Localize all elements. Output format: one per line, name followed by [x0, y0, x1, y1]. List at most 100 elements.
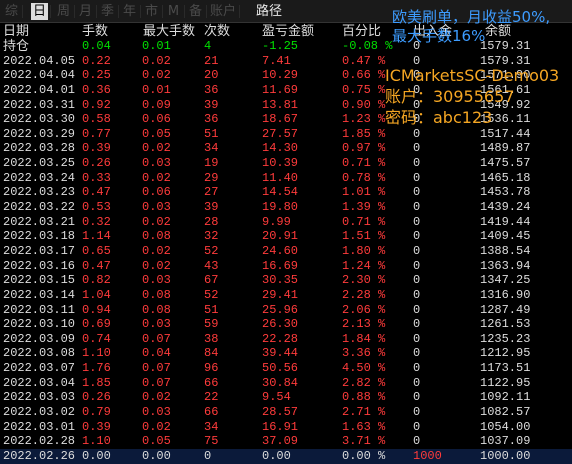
- table-row[interactable]: 2022.03.24 0.33 0.02 29 11.40 0.78 % 0 1465.18: [0, 171, 572, 186]
- row-date: 2022.03.24: [3, 170, 76, 185]
- table-row[interactable]: 2022.03.14 1.04 0.08 52 29.41 2.28 % 0 1316.90: [0, 288, 572, 303]
- row-date: 2022.03.04: [3, 375, 76, 390]
- row-balance: 1363.94: [480, 258, 531, 273]
- row-pnl: 10.29: [262, 68, 299, 83]
- table-row[interactable]: 2022.03.25 0.26 0.03 19 10.39 0.71 % 0 1475.57: [0, 156, 572, 171]
- table-row[interactable]: 2022.03.07 1.76 0.07 96 50.56 4.50 % 0 1173.51: [0, 361, 572, 376]
- tab-daily[interactable]: 日: [31, 3, 48, 20]
- row-pct: 1.51 %: [342, 229, 386, 244]
- tab-backup[interactable]: 备: [187, 3, 204, 20]
- row-count: 39: [204, 97, 219, 112]
- row-date: 2022.03.17: [3, 243, 76, 258]
- row-balance: 1261.53: [480, 317, 531, 332]
- row-pnl: 25.96: [262, 302, 299, 317]
- table-row[interactable]: 2022.03.01 0.39 0.02 34 16.91 1.63 % 0 1054.00: [0, 420, 572, 435]
- header-pct[interactable]: 百分比: [342, 24, 381, 39]
- row-pct: 2.28 %: [342, 287, 386, 302]
- table-row[interactable]: 2022.03.17 0.65 0.02 52 24.60 1.80 % 0 1388.54: [0, 244, 572, 259]
- table-row[interactable]: 2022.03.28 0.39 0.02 34 14.30 0.97 % 0 1489.87: [0, 141, 572, 156]
- row-date: 2022.03.14: [3, 287, 76, 302]
- tab-summary[interactable]: 综: [3, 3, 20, 20]
- table-row[interactable]: 2022.03.09 0.74 0.07 38 22.28 1.84 % 0 1235.23: [0, 332, 572, 347]
- table-row[interactable]: 2022.03.18 1.14 0.08 32 20.91 1.51 % 0 1409.45: [0, 229, 572, 244]
- row-pnl: 18.67: [262, 112, 299, 127]
- table-header-row: 日期 手数 最大手数 次数 盈亏金额 百分比 出入金 余额: [0, 24, 572, 39]
- tab-yearly[interactable]: 年: [121, 3, 138, 20]
- row-pnl: 14.54: [262, 185, 299, 200]
- header-count[interactable]: 次数: [204, 24, 230, 39]
- table-row[interactable]: 2022.03.03 0.26 0.02 22 9.54 0.88 % 0 1092.11: [0, 390, 572, 405]
- row-count: 43: [204, 258, 219, 273]
- table-row[interactable]: 2022.03.08 1.10 0.04 84 39.44 3.36 % 0 1212.95: [0, 346, 572, 361]
- row-pnl: 7.41: [262, 53, 291, 68]
- table-row[interactable]: 2022.03.29 0.77 0.05 51 27.57 1.85 % 0 1517.44: [0, 127, 572, 142]
- header-balance[interactable]: 余额: [485, 24, 511, 39]
- table-row[interactable]: 2022.03.15 0.82 0.03 67 30.35 2.30 % 0 1347.25: [0, 273, 572, 288]
- row-pct: 0.75 %: [342, 82, 386, 97]
- row-date: 2022.03.11: [3, 302, 76, 317]
- header-max-lots[interactable]: 最大手数: [143, 24, 195, 39]
- table-row[interactable]: 2022.03.22 0.53 0.03 39 19.80 1.39 % 0 1439.24: [0, 200, 572, 215]
- row-balance: 1388.54: [480, 243, 531, 258]
- row-max-lots: 0.07: [142, 375, 171, 390]
- row-max-lots: 0.02: [142, 419, 171, 434]
- tab-path[interactable]: 路径: [253, 3, 285, 20]
- tab-m[interactable]: M: [165, 3, 182, 20]
- row-deposit: 0: [413, 126, 421, 141]
- row-max-lots: 0.03: [142, 156, 171, 171]
- row-pct: 2.82 %: [342, 375, 386, 390]
- row-pnl: 11.69: [262, 82, 299, 97]
- tab-market[interactable]: 市: [143, 3, 160, 20]
- row-max-lots: 0.03: [142, 405, 171, 420]
- row-deposit: 0: [413, 170, 421, 185]
- row-max-lots: 0.02: [142, 258, 171, 273]
- row-date: 2022.03.28: [3, 141, 76, 156]
- row-balance: 1054.00: [480, 419, 531, 434]
- row-pnl: 13.81: [262, 97, 299, 112]
- row-pct: 0.78 %: [342, 170, 386, 185]
- table-row[interactable]: 2022.03.10 0.69 0.03 59 26.30 2.13 % 0 1261.53: [0, 317, 572, 332]
- row-pnl: 24.60: [262, 243, 299, 258]
- row-pct: 1.39 %: [342, 200, 386, 215]
- tab-quarterly[interactable]: 季: [99, 3, 116, 20]
- row-lots: 0.53: [82, 200, 111, 215]
- row-date: 2022.03.18: [3, 229, 76, 244]
- header-pnl[interactable]: 盈亏金额: [262, 24, 314, 39]
- tab-separator: [22, 5, 23, 18]
- row-deposit: 0: [413, 434, 421, 449]
- table-row[interactable]: 2022.03.04 1.85 0.07 66 30.84 2.82 % 0 1122.95: [0, 376, 572, 391]
- table-row[interactable]: 2022.02.28 1.10 0.05 75 37.09 3.71 % 0 1037.09: [0, 434, 572, 449]
- row-count: 21: [204, 53, 219, 68]
- row-lots: 0.26: [82, 390, 111, 405]
- row-lots: 0.33: [82, 170, 111, 185]
- strategy-note: 欧美刷单，月收益50%,: [392, 8, 551, 26]
- table-row[interactable]: 2022.03.11 0.94 0.08 51 25.96 2.06 % 0 1287.49: [0, 303, 572, 318]
- table-row[interactable]: 2022.03.16 0.47 0.02 43 16.69 1.24 % 0 1363.94: [0, 259, 572, 274]
- table-row[interactable]: 2022.03.02 0.79 0.03 66 28.57 2.71 % 0 1082.57: [0, 405, 572, 420]
- table-row[interactable]: 2022.03.21 0.32 0.02 28 9.99 0.71 % 0 1419.44: [0, 215, 572, 230]
- table-row[interactable]: 2022.03.23 0.47 0.06 27 14.54 1.01 % 0 1453.78: [0, 185, 572, 200]
- row-date: 2022.03.09: [3, 331, 76, 346]
- row-lots: 0.77: [82, 126, 111, 141]
- tab-weekly[interactable]: 周: [55, 3, 72, 20]
- header-date[interactable]: 日期: [3, 24, 29, 39]
- header-lots[interactable]: 手数: [82, 24, 108, 39]
- row-balance: 1439.24: [480, 200, 531, 215]
- row-lots: 0.94: [82, 302, 111, 317]
- row-count: 32: [204, 229, 219, 244]
- row-pnl: 19.80: [262, 200, 299, 215]
- row-lots: 0.32: [82, 214, 111, 229]
- row-balance: 1465.18: [480, 170, 531, 185]
- tab-separator: [140, 5, 141, 18]
- row-count: 19: [204, 156, 219, 171]
- holding-max-lots: 0.01: [142, 39, 171, 53]
- row-balance: 1517.44: [480, 126, 531, 141]
- row-max-lots: 0.01: [142, 82, 171, 97]
- tab-separator: [162, 5, 163, 18]
- row-pct: 4.50 %: [342, 361, 386, 376]
- row-pct: 2.13 %: [342, 317, 386, 332]
- holding-count: 4: [204, 39, 212, 53]
- holding-row[interactable]: 持仓 0.04 0.01 4 -1.25 -0.08 % 0 1579.31: [0, 39, 572, 54]
- tab-monthly[interactable]: 月: [77, 3, 94, 20]
- tab-account[interactable]: 账户: [209, 3, 237, 20]
